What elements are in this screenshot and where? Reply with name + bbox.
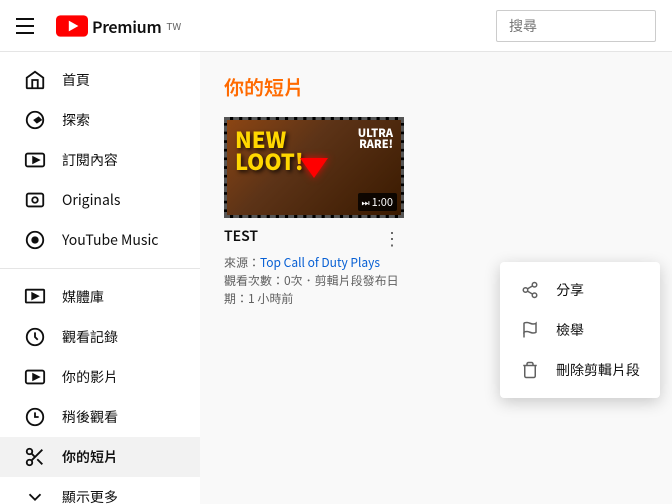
logo-area: Premium TW — [56, 14, 181, 38]
rare-text: RARE! — [358, 139, 393, 150]
video-card: NEW LOOT! ULTRA RARE! ⏭ 1:00 — [224, 117, 404, 312]
video-info: TEST ⋮ 來源：Top Call of Duty Plays 觀看次數：0次… — [224, 218, 404, 312]
sidebar-item-originals-label: Originals — [62, 190, 120, 210]
hamburger-menu-button[interactable] — [16, 14, 40, 38]
content-area: 你的短片 NEW LOOT! ULTRA RARE! — [200, 52, 672, 504]
thumbnail-new-loot: NEW LOOT! — [235, 128, 304, 172]
chevron-down-icon — [24, 486, 46, 504]
home-icon — [24, 69, 46, 91]
sidebar-item-your-clips[interactable]: 你的短片 — [0, 437, 200, 477]
sidebar-item-subscriptions[interactable]: 訂閱內容 — [0, 140, 200, 180]
library-icon — [24, 286, 46, 308]
trash-icon — [520, 360, 540, 380]
sidebar-item-explore-label: 探索 — [62, 110, 90, 130]
context-menu-delete[interactable]: 刪除剪輯片段 — [500, 350, 660, 390]
youtube-logo — [56, 15, 88, 37]
context-menu: 分享 檢舉 — [500, 262, 660, 398]
sidebar-item-library[interactable]: 媒體庫 — [0, 277, 200, 317]
views-label: 觀看次數：0次． — [224, 272, 315, 289]
thumbnail-container[interactable]: NEW LOOT! ULTRA RARE! ⏭ 1:00 — [224, 117, 404, 218]
search-box[interactable] — [496, 10, 656, 42]
sidebar-item-youtube-music-label: YouTube Music — [62, 230, 158, 250]
sidebar-item-show-more[interactable]: 顯示更多 — [0, 477, 200, 504]
share-icon — [520, 280, 540, 300]
loot-text: LOOT! — [235, 150, 304, 172]
search-input[interactable] — [509, 18, 643, 34]
header: Premium TW — [0, 0, 672, 52]
context-menu-share-label: 分享 — [556, 280, 584, 300]
sidebar-item-watch-later-label: 稍後觀看 — [62, 407, 118, 427]
music-icon — [24, 229, 46, 251]
sidebar-item-your-videos-label: 你的影片 — [62, 367, 118, 387]
sidebar-item-explore[interactable]: 探索 — [0, 100, 200, 140]
context-menu-report-label: 檢舉 — [556, 320, 584, 340]
originals-icon — [24, 189, 46, 211]
main-layout: 首頁 探索 訂閱內容 — [0, 52, 672, 504]
more-options-button[interactable]: ⋮ — [380, 226, 404, 250]
sidebar: 首頁 探索 訂閱內容 — [0, 52, 200, 504]
sidebar-item-your-videos[interactable]: 你的影片 — [0, 357, 200, 397]
video-title: TEST — [224, 226, 380, 246]
sidebar-item-youtube-music[interactable]: YouTube Music — [0, 220, 200, 260]
arrow-down-icon — [300, 158, 328, 178]
video-title-row: TEST ⋮ — [224, 226, 404, 250]
source-value: Top Call of Duty Plays — [260, 254, 380, 271]
sidebar-item-library-label: 媒體庫 — [62, 287, 104, 307]
sidebar-divider — [0, 268, 200, 269]
sidebar-item-home[interactable]: 首頁 — [0, 60, 200, 100]
sidebar-item-show-more-label: 顯示更多 — [62, 487, 118, 504]
sidebar-item-history[interactable]: 觀看記錄 — [0, 317, 200, 357]
duration-text: 1:00 — [372, 194, 393, 210]
header-left: Premium TW — [16, 14, 496, 38]
sidebar-item-originals[interactable]: Originals — [0, 180, 200, 220]
header-right — [496, 10, 656, 42]
section-title: 你的短片 — [224, 72, 648, 101]
flag-icon — [520, 320, 540, 340]
video-meta: 來源：Top Call of Duty Plays 觀看次數：0次．剪輯片段發布… — [224, 254, 404, 308]
history-icon — [24, 326, 46, 348]
sidebar-item-history-label: 觀看記錄 — [62, 327, 118, 347]
context-menu-report[interactable]: 檢舉 — [500, 310, 660, 350]
context-menu-delete-label: 刪除剪輯片段 — [556, 360, 640, 380]
sidebar-item-watch-later[interactable]: 稍後觀看 — [0, 397, 200, 437]
explore-icon — [24, 109, 46, 131]
context-menu-share[interactable]: 分享 — [500, 270, 660, 310]
sidebar-item-your-clips-label: 你的短片 — [62, 447, 118, 467]
watch-later-icon — [24, 406, 46, 428]
scissors-icon — [24, 446, 46, 468]
sidebar-item-subscriptions-label: 訂閱內容 — [62, 150, 118, 170]
ultra-rare: ULTRA RARE! — [358, 128, 393, 150]
sidebar-item-home-label: 首頁 — [62, 70, 90, 90]
source-label: 來源： — [224, 254, 260, 271]
tw-badge: TW — [166, 18, 181, 33]
your-videos-icon — [24, 366, 46, 388]
subscriptions-icon — [24, 149, 46, 171]
duration-badge: ⏭ 1:00 — [358, 193, 397, 211]
logo-text: Premium — [92, 14, 161, 38]
duration-icon: ⏭ — [362, 196, 370, 209]
